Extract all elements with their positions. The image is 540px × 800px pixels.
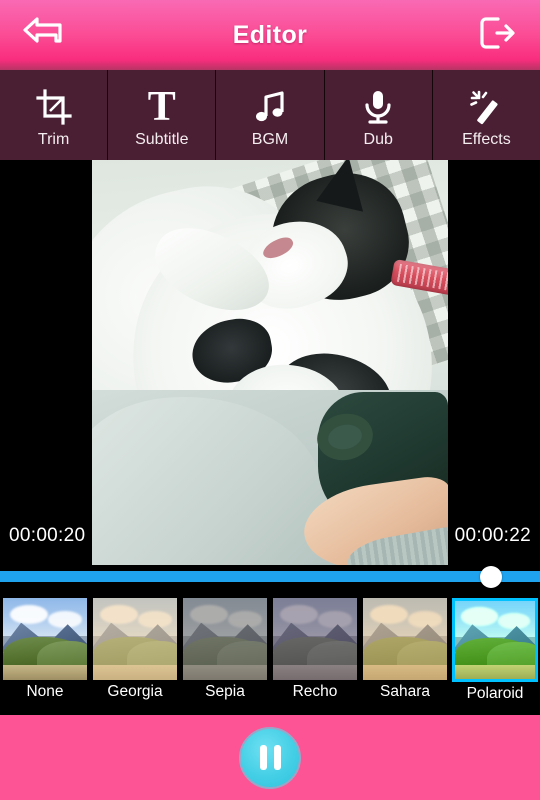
page-title: Editor [232,20,308,49]
filter-tint-overlay [183,598,267,680]
exit-button[interactable] [460,0,534,70]
filter-item[interactable]: Georgia [90,590,180,715]
filter-strip[interactable]: None Georgia Sepia Recho Sahara Polaroid [0,590,540,715]
filter-label: Sepia [205,683,245,700]
tool-subtitle[interactable]: T Subtitle [108,70,217,160]
tool-trim[interactable]: Trim [0,70,109,160]
filter-tint-overlay [363,598,447,680]
back-button[interactable] [6,0,80,70]
microphone-icon [361,86,395,128]
filter-thumbnail[interactable] [93,598,177,680]
filter-thumbnail[interactable] [452,598,538,682]
filter-thumbnail[interactable] [273,598,357,680]
filter-item[interactable]: Sahara [360,590,450,715]
filter-tint-overlay [273,598,357,680]
pause-button[interactable] [239,726,301,789]
current-time-label: 00:00:20 [9,525,86,546]
seekbar-thumb[interactable] [480,566,503,588]
total-time-label: 00:00:22 [454,525,531,546]
filter-label: None [26,683,64,700]
filter-label: Sahara [380,683,430,700]
filter-thumbnail[interactable] [3,598,87,680]
tool-label: Subtitle [135,130,189,148]
tool-bgm[interactable]: BGM [216,70,325,160]
tool-label: Trim [37,130,70,148]
video-preview-area[interactable] [0,160,540,565]
tool-effects[interactable]: Effects [433,70,540,160]
filter-label: Georgia [107,683,163,700]
pause-icon [259,745,281,770]
seekbar[interactable] [0,566,540,588]
filter-item[interactable]: Sepia [180,590,270,715]
filter-label: Polaroid [466,685,524,702]
filter-item[interactable]: Polaroid [450,590,540,715]
tool-dub[interactable]: Dub [325,70,433,160]
filter-item[interactable]: None [0,590,90,715]
video-frame [92,160,448,565]
header-bar: Editor [0,0,540,70]
video-editor-screen: Editor Trim T Subtitle BGM Dub Effects 0… [0,0,540,800]
filter-label: Recho [292,683,338,700]
back-arrow-icon [22,16,64,55]
filter-tint-overlay [455,601,535,679]
seekbar-track[interactable] [0,571,540,582]
filter-tint-overlay [93,598,177,680]
edit-toolbar: Trim T Subtitle BGM Dub Effects [0,70,540,160]
tool-label: BGM [251,130,289,148]
filter-item[interactable]: Recho [270,590,360,715]
tool-label: Dub [363,130,393,148]
text-t-icon: T [147,83,176,130]
filter-thumbnail[interactable] [363,598,447,680]
music-note-icon [252,86,288,128]
crop-icon [35,86,72,128]
magic-wand-icon [468,86,504,128]
filter-thumbnail[interactable] [183,598,267,680]
tool-label: Effects [462,130,511,148]
playback-bar [0,715,540,800]
exit-icon [477,15,517,56]
